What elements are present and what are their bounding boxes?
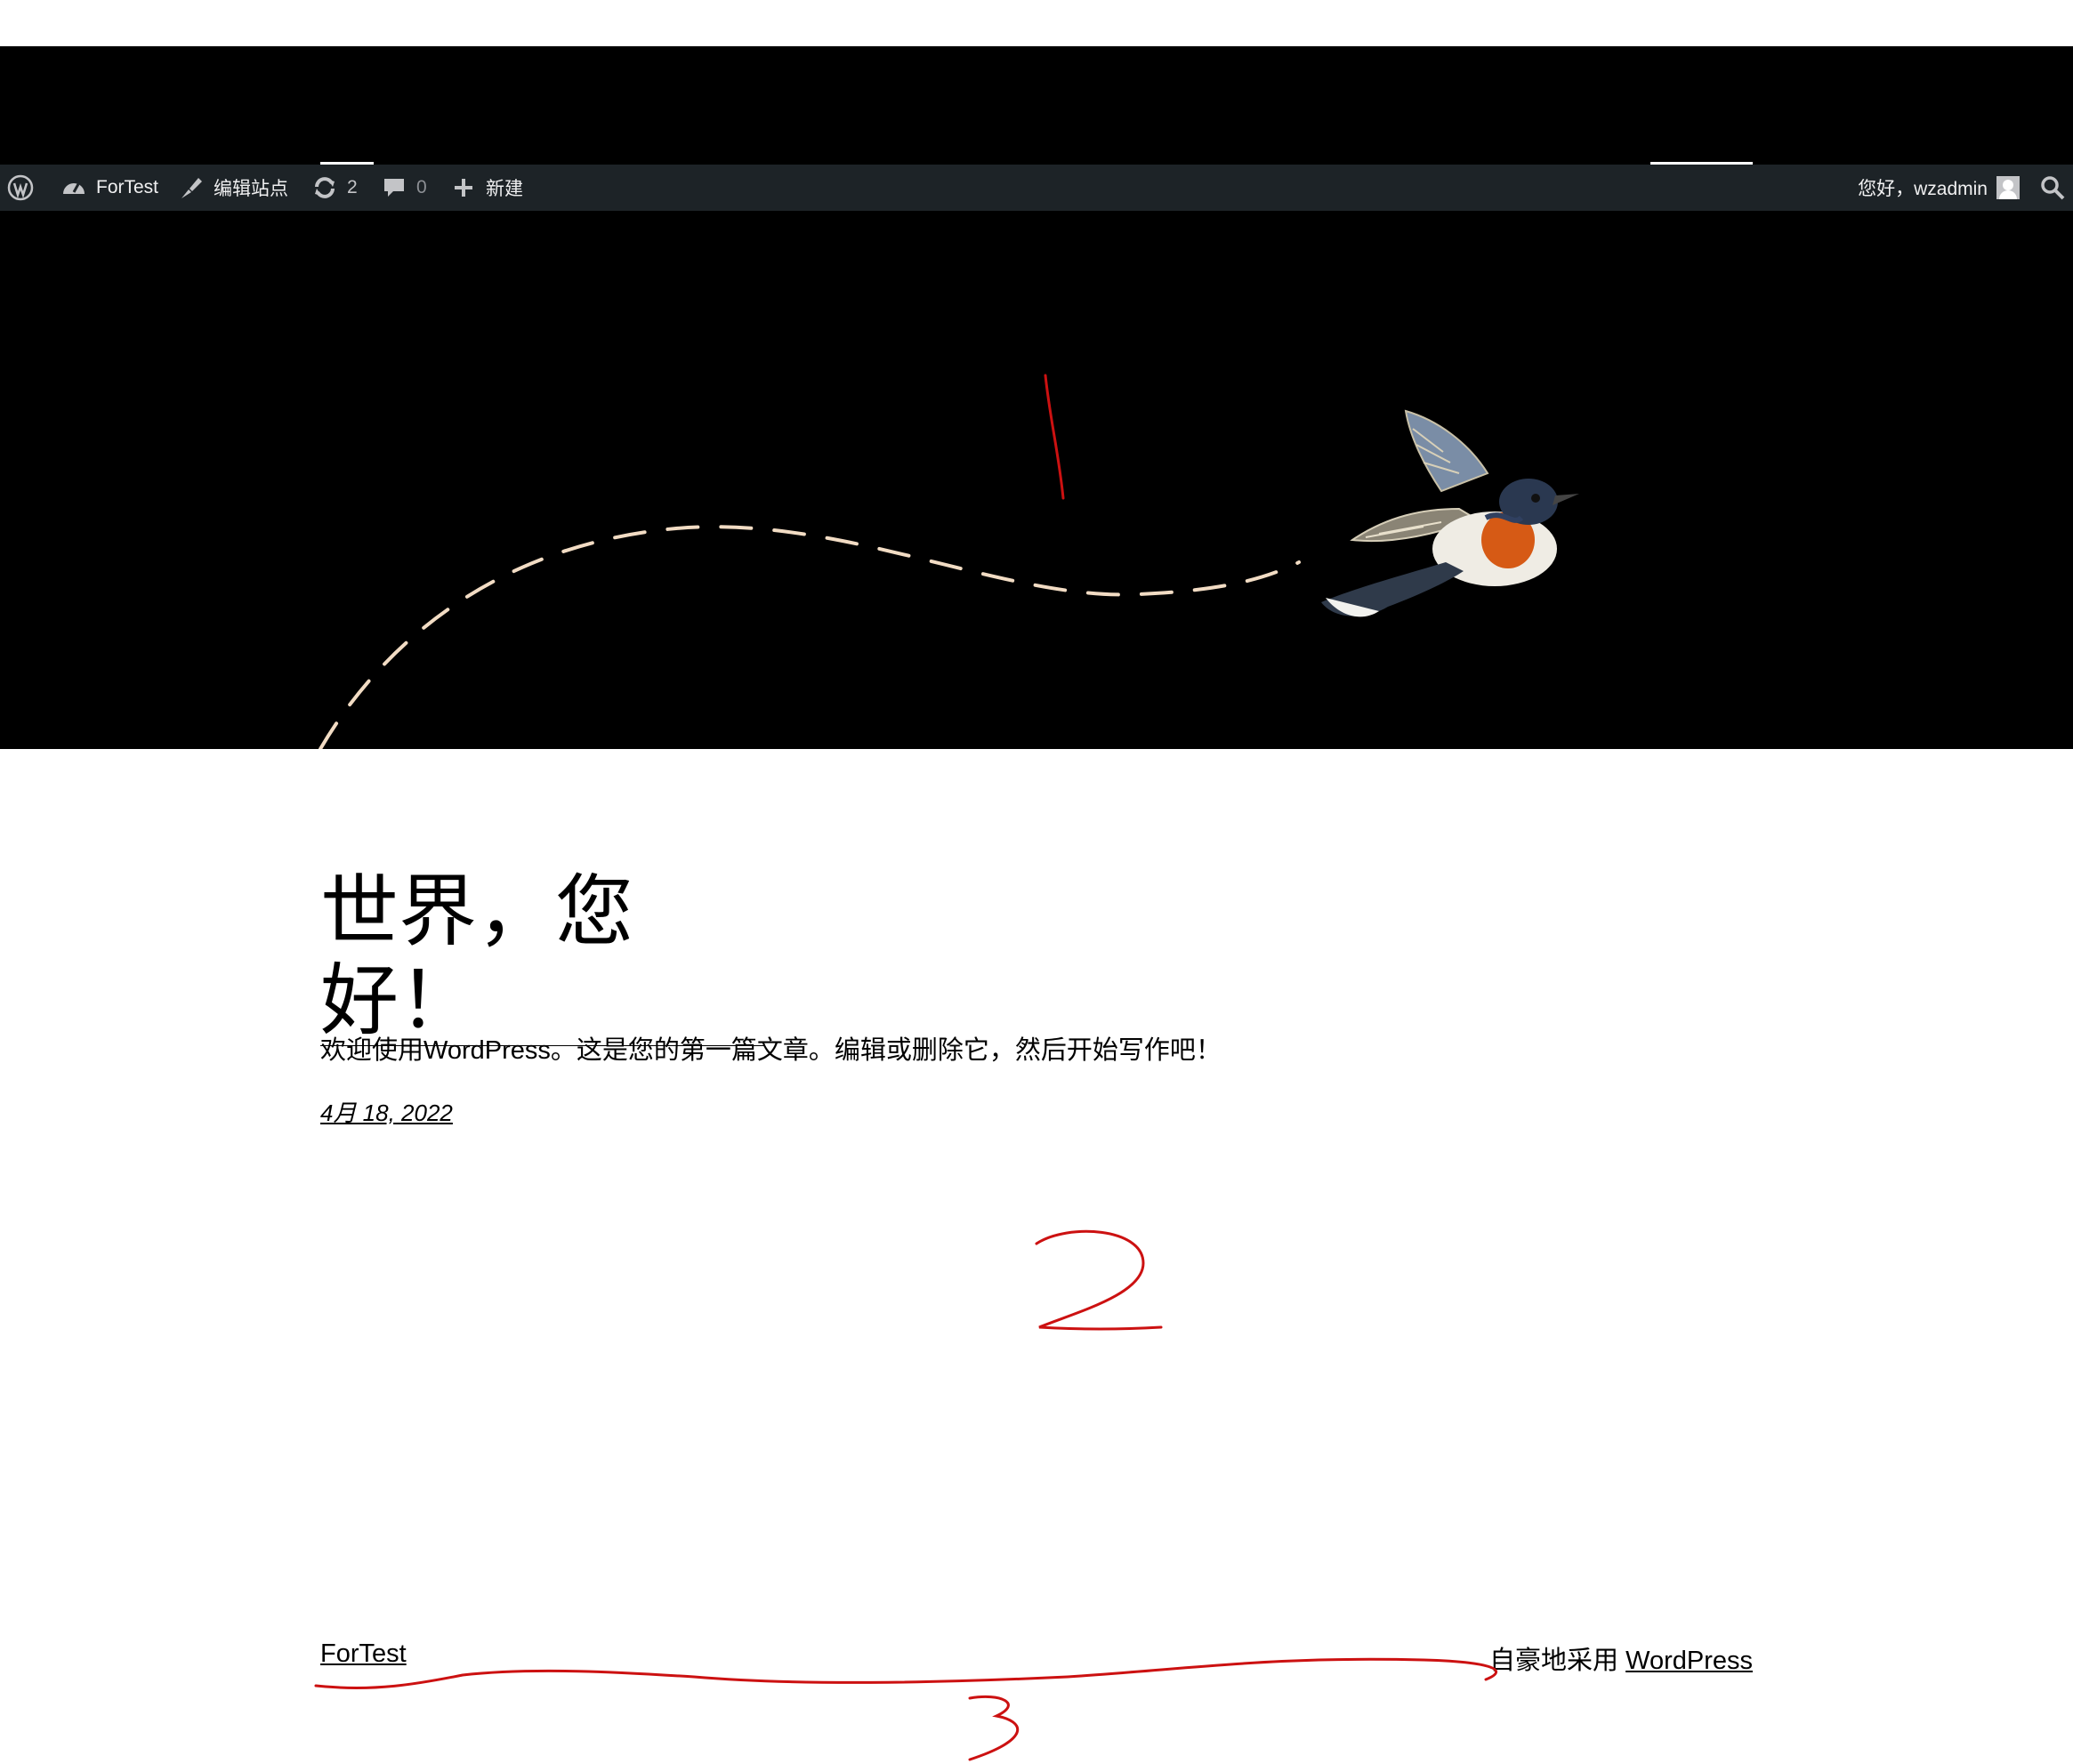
wordpress-logo-icon xyxy=(7,174,34,201)
flight-path xyxy=(319,525,1301,749)
post-excerpt: 欢迎使用WordPress。这是您的第一篇文章。编辑或删除它，然后开始写作吧！ xyxy=(320,1036,1222,1065)
annotation-mark-2 xyxy=(1035,1229,1163,1331)
greeting-label: 您好，wzadmin xyxy=(1858,179,1988,199)
brush-icon xyxy=(181,178,202,198)
footer-credit: 自豪地采用 WordPress xyxy=(1489,1639,1753,1677)
admin-bar: ForTest 编辑站点 2 0 新建 您好，wzadmin xyxy=(0,165,2073,211)
footer-credit-prefix: 自豪地采用 xyxy=(1489,1647,1626,1675)
wp-logo-menu[interactable] xyxy=(7,165,34,211)
post-title[interactable]: 世界，您好！ xyxy=(320,867,765,1046)
search-icon xyxy=(2041,176,2065,200)
admin-search-button[interactable] xyxy=(2039,165,2066,211)
header-hero xyxy=(0,46,2073,749)
comments-link[interactable]: 0 xyxy=(381,165,427,211)
comment-bubble-icon xyxy=(384,179,404,197)
plus-icon xyxy=(455,179,472,197)
dashboard-icon xyxy=(63,183,85,194)
page-top-margin xyxy=(0,0,2073,46)
wordpress-link[interactable]: WordPress xyxy=(1625,1647,1753,1675)
updates-icon xyxy=(315,177,335,198)
new-label: 新建 xyxy=(486,179,523,199)
site-name-menu[interactable]: ForTest xyxy=(60,165,158,211)
avatar xyxy=(1996,176,2020,199)
annotation-underline xyxy=(314,1657,1498,1689)
footer-site-title[interactable]: ForTest xyxy=(320,1639,407,1669)
hero-illustration xyxy=(319,409,1579,749)
bird-illustration xyxy=(1321,409,1579,617)
new-content-menu[interactable]: 新建 xyxy=(450,165,523,211)
updates-count: 2 xyxy=(347,177,358,197)
site-name-label: ForTest xyxy=(96,177,159,197)
edit-site-label: 编辑站点 xyxy=(214,179,288,199)
comments-count: 0 xyxy=(416,177,427,197)
annotation-mark-3 xyxy=(968,1695,1020,1761)
edit-site-link[interactable]: 编辑站点 xyxy=(178,165,288,211)
my-account-menu[interactable]: 您好，wzadmin xyxy=(1858,165,2020,211)
post-date[interactable]: 4月 18, 2022 xyxy=(320,1095,453,1128)
updates-link[interactable]: 2 xyxy=(311,165,358,211)
